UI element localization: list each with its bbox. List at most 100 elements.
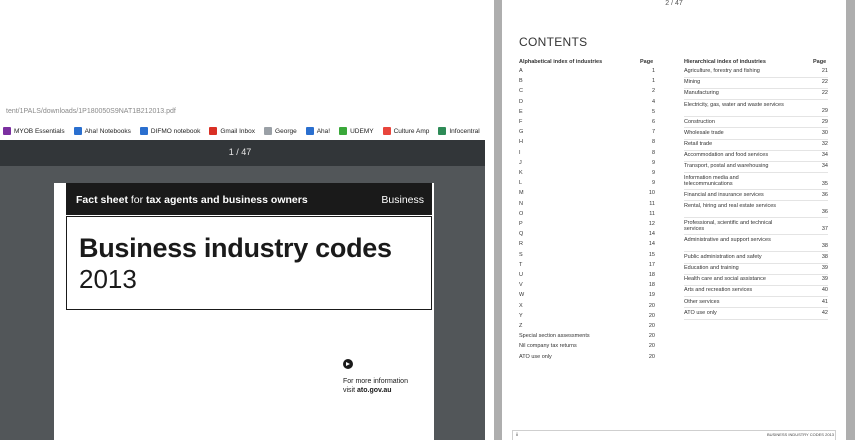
factsheet-connector: for [127, 194, 147, 206]
hier-index-row[interactable]: Transport, postal and warehousing 34 [684, 163, 828, 170]
hier-index-row[interactable]: Health care and social assistance 39 [684, 276, 828, 283]
alpha-index-row[interactable]: T 17 [519, 262, 655, 270]
alpha-index-row[interactable]: N 11 [519, 201, 655, 209]
hier-index-row[interactable]: Information media and telecommunications… [684, 175, 828, 188]
alpha-index-row[interactable]: Q 14 [519, 231, 655, 239]
page-indicator[interactable]: 1 / 47 [220, 147, 260, 157]
index-page-number: 2 [651, 88, 655, 95]
index-label: N [519, 200, 523, 207]
alpha-index-row[interactable]: F6 [519, 119, 655, 127]
bookmark-item[interactable]: George [264, 127, 297, 135]
index-page-number: 9 [651, 170, 655, 176]
alpha-index-row[interactable]: P 12 [519, 221, 655, 229]
alpha-index-row[interactable]: Z 20 [519, 323, 655, 331]
alpha-index-row[interactable]: Nil company tax returns 20 [519, 343, 655, 351]
bookmark-label: UDEMY [350, 127, 374, 135]
alpha-index-row[interactable]: U 18 [519, 272, 655, 280]
bookmark-item[interactable]: MYOB Essentials [3, 127, 65, 135]
alpha-index-row[interactable]: Y 20 [519, 313, 655, 321]
bookmark-label: Gmail Inbox [220, 127, 256, 135]
address-bar-url[interactable]: tent/1PALS/downloads/1P180050S9NAT1B2120… [6, 108, 176, 115]
alpha-index-row[interactable]: R 14 [519, 241, 655, 249]
alpha-index-header: Alphabetical index of industries [519, 59, 603, 65]
bookmark-item[interactable]: Culture Amp [382, 127, 429, 135]
index-page-number: 17 [648, 261, 655, 268]
page-icon [264, 127, 273, 135]
row-divider [684, 149, 828, 151]
more-info-link[interactable]: ato.gov.au [357, 387, 391, 394]
hier-index-row[interactable]: Professional, scientific and technical s… [684, 220, 828, 233]
alpha-index-row[interactable]: L9 [519, 180, 655, 188]
hier-index-row[interactable]: Agriculture, forestry and fishing 21 [684, 68, 828, 75]
index-label: Health care and social assistance [684, 276, 766, 283]
alpha-index-row[interactable]: K9 [519, 170, 655, 178]
alpha-index-row[interactable]: X 20 [519, 303, 655, 311]
index-label: Nil company tax returns [519, 343, 577, 350]
alpha-index-row[interactable]: H8 [519, 139, 655, 147]
hier-index-row[interactable]: Manufacturing 22 [684, 90, 828, 97]
alpha-index-row[interactable]: D4 [519, 99, 655, 107]
hier-index-row[interactable]: Financial and insurance services 36 [684, 192, 828, 199]
hier-index-row[interactable]: Education and training 39 [684, 265, 828, 272]
index-label: S [519, 251, 523, 258]
alpha-index-row[interactable]: V 18 [519, 282, 655, 290]
alpha-index-row[interactable]: I8 [519, 150, 655, 158]
index-label: L [519, 180, 523, 187]
hier-index-row[interactable]: Electricity, gas, water and waste servic… [684, 101, 828, 115]
index-page-number: 1 [651, 68, 655, 74]
bookmark-item[interactable]: Gmail Inbox [209, 127, 255, 135]
row-divider [684, 234, 828, 236]
hier-index-row[interactable]: ATO use only 42 [684, 310, 828, 317]
hier-index-row[interactable]: Other services 41 [684, 299, 828, 306]
index-page-number: 11 [649, 200, 655, 207]
row-divider [684, 116, 828, 118]
index-label: C [519, 88, 523, 95]
index-label: U [519, 272, 523, 278]
alpha-index-row[interactable]: G7 [519, 129, 655, 137]
index-page-number: 9 [651, 159, 655, 166]
row-divider [684, 217, 828, 219]
alpha-index-row[interactable]: ATO use only 20 [519, 354, 655, 362]
hier-index-row[interactable]: Rental, hiring and real estate services 3… [684, 203, 828, 216]
bookmark-item[interactable]: Infocentral [438, 127, 480, 135]
index-page-number: 20 [648, 353, 655, 360]
index-label: B [519, 78, 523, 85]
hier-index-row[interactable]: Public administration and safety 38 [684, 254, 828, 261]
hier-index-row[interactable]: Mining 22 [684, 79, 828, 86]
alpha-index-row[interactable]: A1 [519, 68, 655, 76]
bookmark-item[interactable]: Aha! Notebooks [73, 127, 131, 135]
alpha-index-row[interactable]: C2 [519, 88, 655, 96]
row-divider [684, 172, 828, 174]
index-label: G [519, 129, 524, 136]
hier-index-row[interactable]: Retail trade 32 [684, 141, 828, 148]
alpha-index-row[interactable]: Special section assessments 20 [519, 333, 655, 341]
alpha-index-row[interactable]: B1 [519, 78, 655, 86]
alpha-index-row[interactable]: M 10 [519, 190, 655, 198]
alpha-index-row[interactable]: E5 [519, 109, 655, 117]
hier-index-row[interactable]: Administrative and support services 38 [684, 237, 828, 250]
index-page-number: 30 [821, 129, 828, 136]
hier-index-row[interactable]: Wholesale trade 30 [684, 130, 828, 137]
footer-document-title: BUSINESS INDUSTRY CODES 2013 [767, 432, 834, 437]
index-label: D [519, 98, 523, 105]
index-label: X [519, 302, 523, 309]
notebook-icon [139, 127, 148, 135]
bookmark-item[interactable]: DIFMO notebook [139, 127, 200, 135]
index-label: Special section assessments [519, 333, 590, 340]
hier-index-row[interactable]: Construction 29 [684, 119, 828, 126]
index-page-number: 11 [649, 210, 655, 217]
alpha-index-row[interactable]: J9 [519, 160, 655, 168]
alpha-index-row[interactable]: W 19 [519, 292, 655, 300]
index-label: Electricity, gas, water and waste servic… [684, 101, 784, 108]
hier-index-row[interactable]: Accommodation and food services 34 [684, 152, 828, 159]
bookmark-item[interactable]: Aha! [305, 127, 330, 135]
hier-index-row[interactable]: Arts and recreation services 40 [684, 287, 828, 294]
alpha-index-row[interactable]: S 15 [519, 252, 655, 260]
index-page-number: 39 [821, 265, 828, 271]
alpha-index-row[interactable]: O 11 [519, 211, 655, 219]
index-label: T [519, 261, 523, 268]
bookmark-item[interactable]: UDEMY [339, 127, 374, 135]
index-label: Y [519, 312, 523, 319]
row-divider [684, 87, 828, 89]
bookmark-label: Infocentral [449, 127, 480, 135]
